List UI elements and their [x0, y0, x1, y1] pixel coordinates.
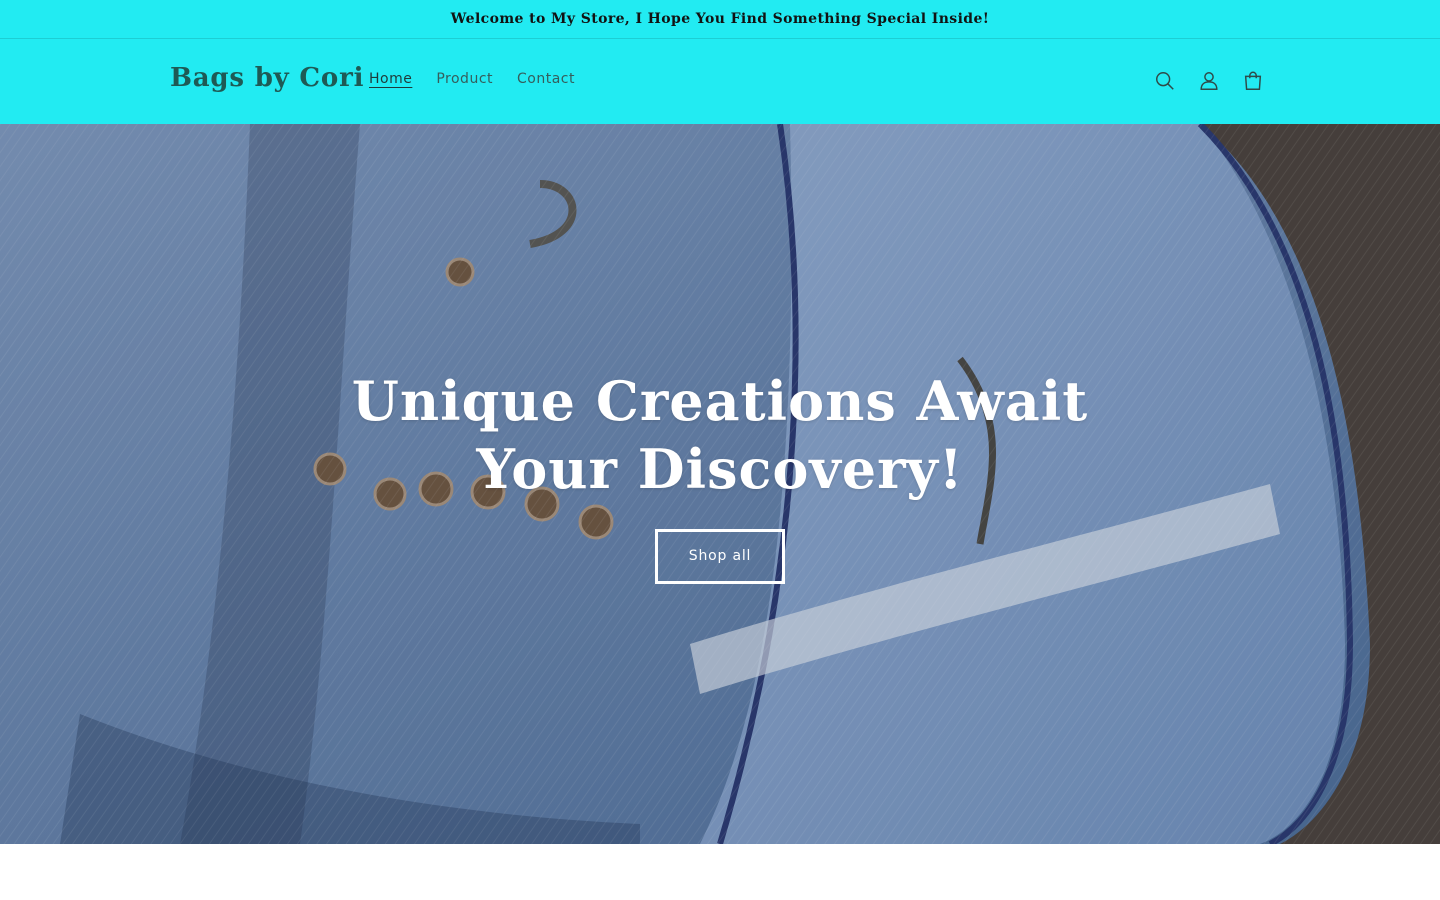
- header-icons: [1143, 59, 1275, 103]
- main-nav: Home Product Contact: [357, 69, 587, 89]
- nav-contact[interactable]: Contact: [505, 69, 587, 89]
- search-button[interactable]: [1143, 59, 1187, 103]
- cart-icon: [1244, 71, 1262, 90]
- store-logo[interactable]: Bags by Cori: [170, 63, 364, 93]
- account-button[interactable]: [1187, 59, 1231, 103]
- hero-content: Unique Creations Await Your Discovery! S…: [0, 124, 1440, 844]
- search-icon: [1156, 72, 1174, 90]
- hero-title: Unique Creations Await Your Discovery!: [351, 368, 1089, 501]
- account-icon: [1200, 72, 1218, 90]
- shop-all-button[interactable]: Shop all: [655, 528, 785, 584]
- announcement-text: Welcome to My Store, I Hope You Find Som…: [450, 11, 990, 27]
- cart-button[interactable]: [1231, 59, 1275, 103]
- hero-banner: Unique Creations Await Your Discovery! S…: [0, 124, 1440, 844]
- announcement-bar: Welcome to My Store, I Hope You Find Som…: [0, 0, 1440, 39]
- nav-home[interactable]: Home: [357, 69, 424, 89]
- nav-product[interactable]: Product: [424, 69, 505, 89]
